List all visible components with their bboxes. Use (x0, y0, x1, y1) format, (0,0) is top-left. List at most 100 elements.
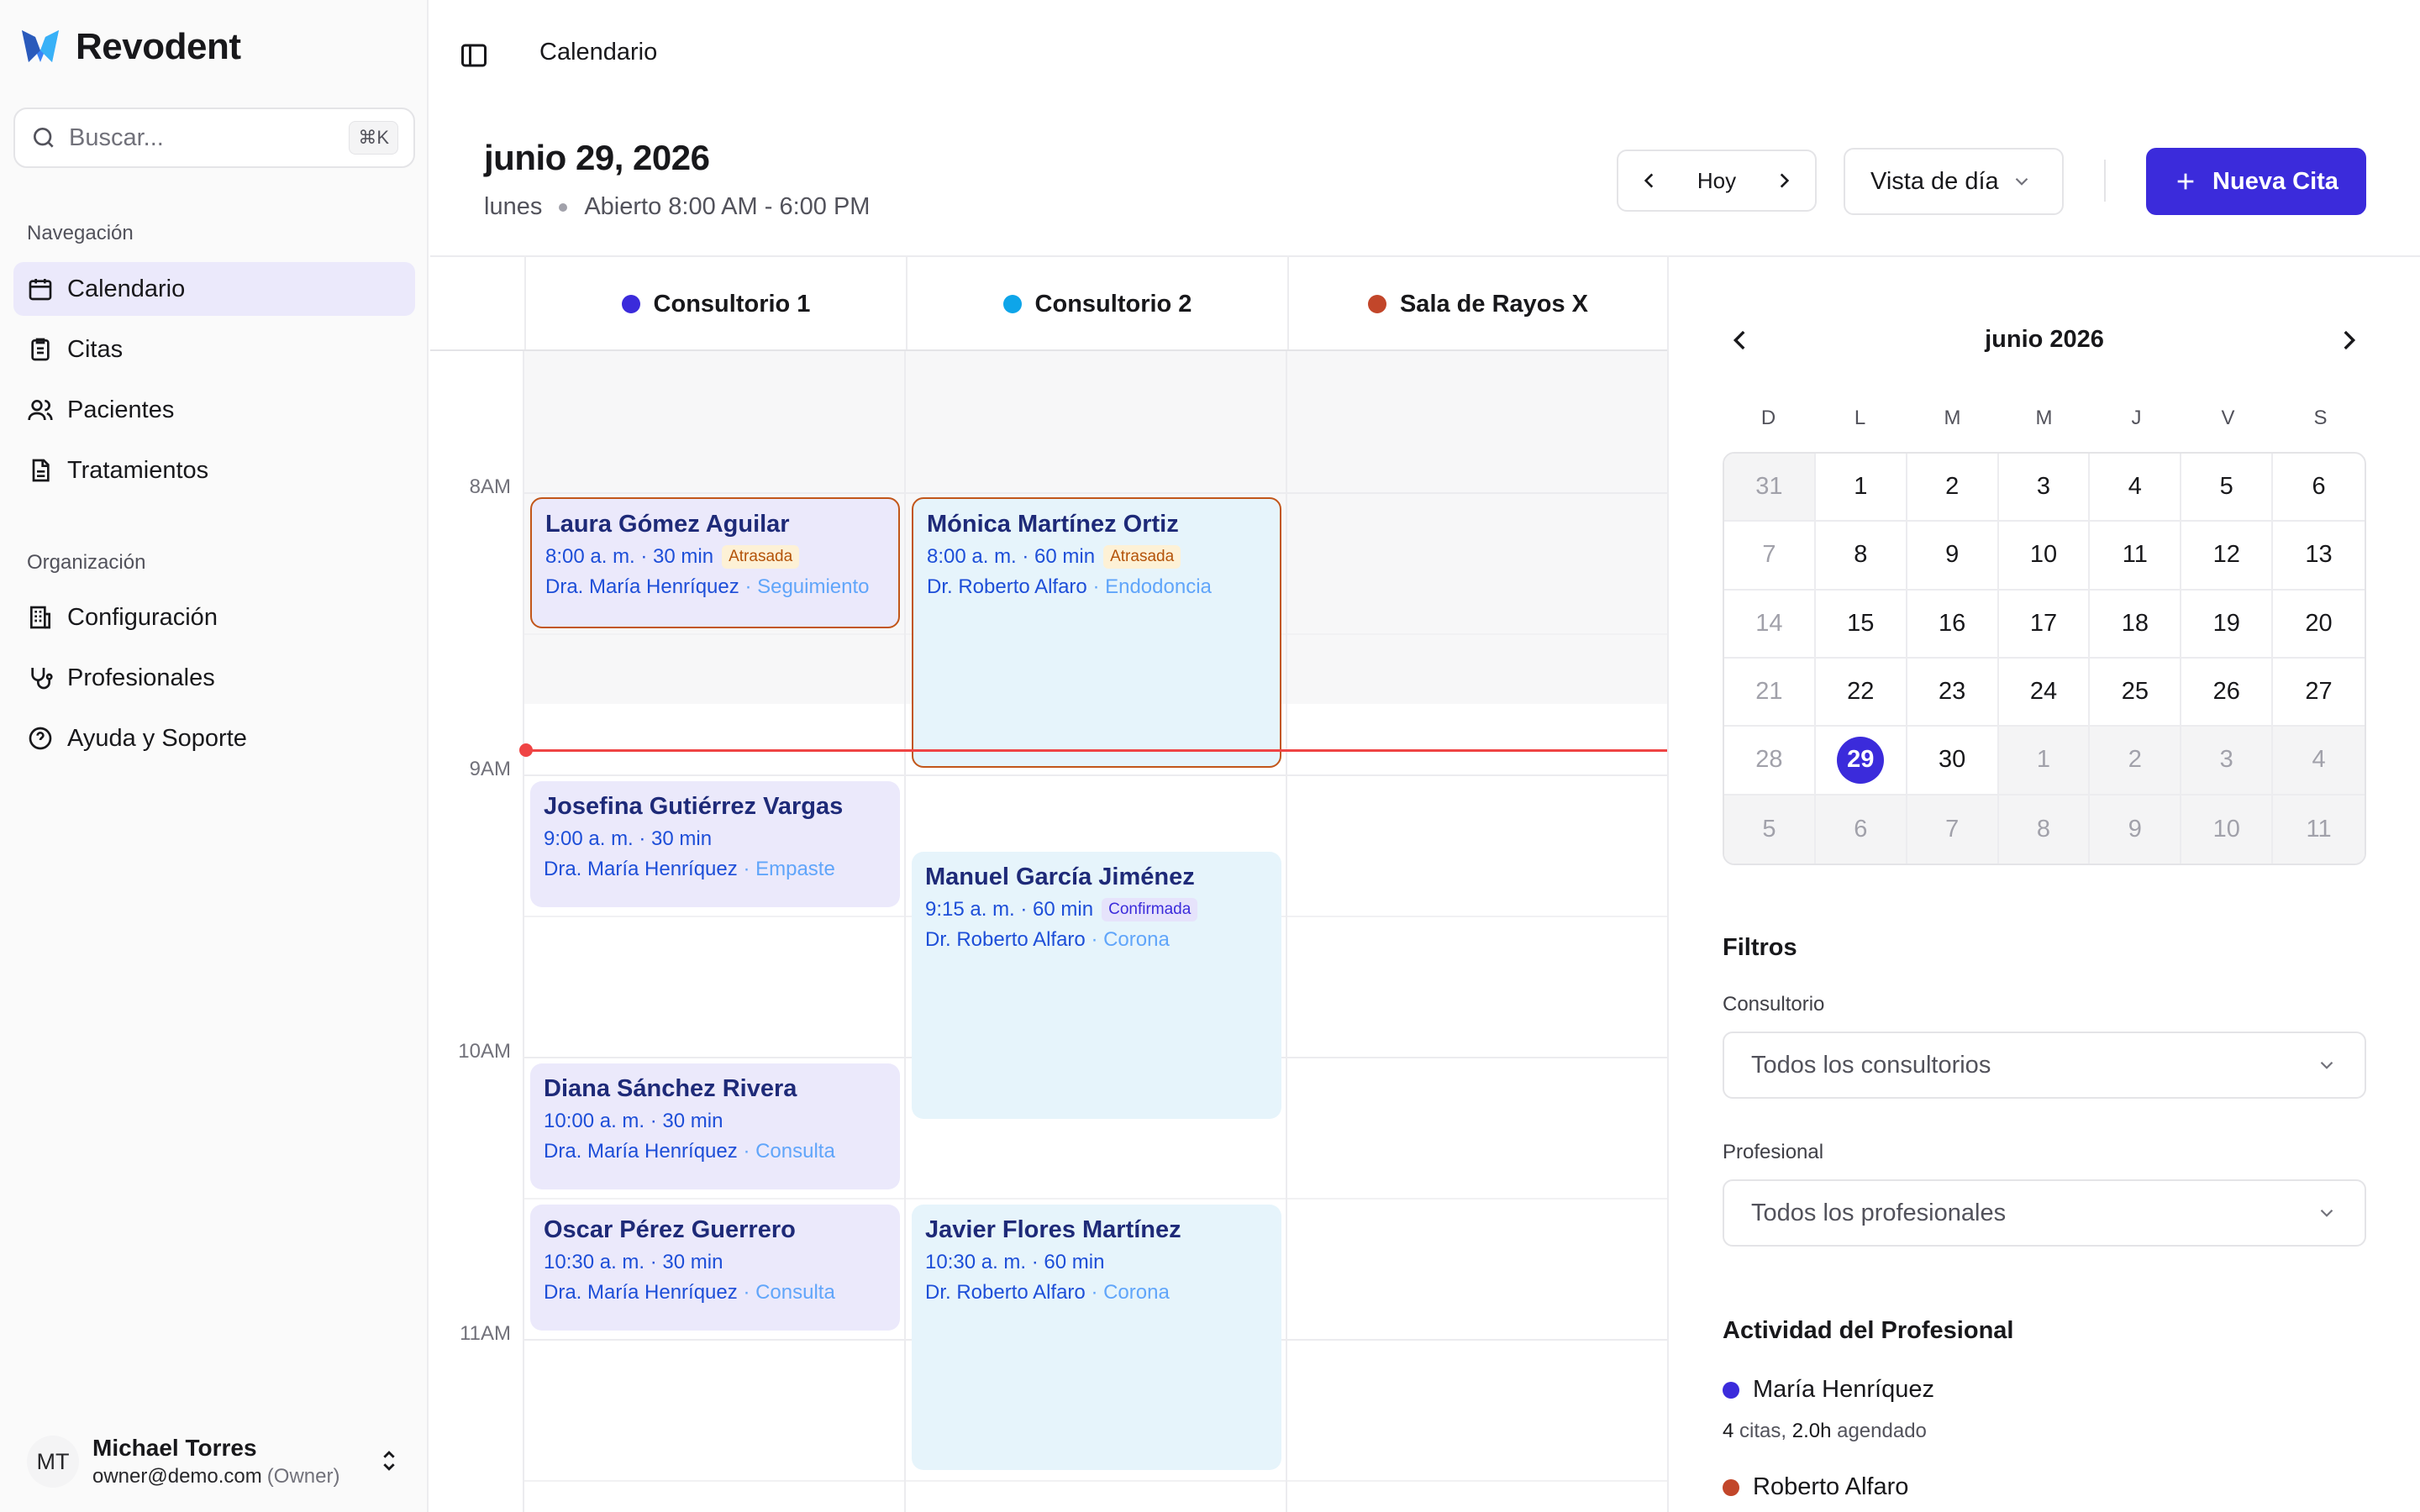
calendar-day[interactable]: 5 (2181, 454, 2274, 522)
appointment-detail: Dra. María Henríquez · Empaste (544, 858, 886, 881)
column-name: Sala de Rayos X (1399, 290, 1589, 318)
calendar-day[interactable]: 23 (1907, 659, 1999, 727)
calendar-day[interactable]: 26 (2181, 659, 2274, 727)
stethoscope-icon (31, 668, 53, 690)
calendar-day[interactable]: 12 (2181, 522, 2274, 591)
user-name: Michael Torres (92, 1435, 257, 1461)
calendar-day[interactable]: 4 (2273, 727, 2365, 795)
sidebar-item-pacientes[interactable]: Pacientes (13, 383, 415, 437)
calendar-day[interactable]: 15 (1815, 590, 1907, 659)
professional-filter-select[interactable]: Todos los profesionales (1723, 1179, 2366, 1247)
calendar-day[interactable]: 16 (1907, 590, 1999, 659)
calendar-day-number: 3 (2219, 746, 2233, 774)
calendar-day-number: 11 (2306, 815, 2332, 843)
calendar-day[interactable]: 10 (2181, 795, 2274, 864)
search-input[interactable]: Buscar... ⌘K (13, 108, 415, 168)
brand[interactable]: Revodent (18, 25, 241, 69)
calendar-day[interactable]: 19 (2181, 590, 2274, 659)
appointment-time: 10:00 a. m. · 30 min (544, 1110, 723, 1132)
view-select[interactable]: Vista de día (1844, 148, 2064, 215)
calendar-day[interactable]: 20 (2273, 591, 2365, 659)
calendar-day[interactable]: 5 (1724, 795, 1816, 864)
calendar-day[interactable]: 28 (1724, 727, 1816, 795)
calendar-day[interactable]: 27 (2273, 659, 2365, 727)
appointment-card[interactable]: Laura Gómez Aguilar 8:00 a. m. · 30 min A… (530, 497, 900, 628)
search-shortcut: ⌘K (349, 121, 398, 155)
sidebar-item-ayuda[interactable]: Ayuda y Soporte (13, 711, 415, 765)
calendar-day[interactable]: 18 (2090, 590, 2182, 659)
calendar-day[interactable]: 2 (1907, 454, 1999, 522)
calendar-day-number: 8 (2036, 815, 2051, 843)
appointment-detail: Dra. María Henríquez · Consulta (544, 1140, 886, 1163)
clipboard-icon (31, 338, 50, 361)
calendar-day[interactable]: 3 (2181, 727, 2274, 795)
sidebar-item-profesionales[interactable]: Profesionales (13, 651, 415, 705)
calendar-day[interactable]: 17 (1998, 590, 2091, 659)
activity-professional[interactable]: María Henríquez (1723, 1376, 1934, 1404)
appointment-card[interactable]: Oscar Pérez Guerrero 10:30 a. m. · 30 mi… (530, 1205, 900, 1331)
weekday: lunes (484, 193, 543, 220)
appointment-card[interactable]: Josefina Gutiérrez Vargas 9:00 a. m. · 3… (530, 781, 900, 907)
calendar-day[interactable]: 6 (1815, 795, 1907, 864)
appointment-treatment: · Corona (1091, 1281, 1170, 1304)
calendar-day[interactable]: 30 (1907, 727, 1999, 795)
calendar-day[interactable]: 11 (2090, 522, 2182, 591)
day-grid[interactable]: 8AM 9AM 10AM 11AM Laura Gómez Aguilar 8:… (430, 351, 1667, 1512)
appointment-time: 9:00 a. m. · 30 min (544, 827, 713, 850)
calendar-day[interactable]: 8 (1815, 522, 1907, 591)
professional-name: María Henríquez (1753, 1376, 1934, 1403)
appointment-card[interactable]: Mónica Martínez Ortiz 8:00 a. m. · 60 mi… (912, 497, 1281, 768)
calendar-day-number: 25 (2121, 678, 2149, 706)
calendar-day-number: 9 (2128, 815, 2142, 843)
calendar-day[interactable]: 7 (1724, 522, 1816, 591)
office-filter-select[interactable]: Todos los consultorios (1723, 1032, 2366, 1099)
calendar-day-number: 19 (2212, 609, 2240, 637)
status-badge: Atrasada (722, 545, 800, 569)
appointment-card[interactable]: Javier Flores Martínez 10:30 a. m. · 60 … (912, 1205, 1281, 1470)
calendar-day[interactable]: 3 (1998, 454, 2091, 522)
calendar-day[interactable]: 6 (2273, 454, 2365, 522)
user-menu[interactable]: MT Michael Torres owner@demo.com (Owner) (13, 1428, 415, 1495)
calendar-day[interactable]: 7 (1907, 795, 1999, 864)
calendar-day[interactable]: 14 (1724, 590, 1816, 659)
office-filter-value: Todos los consultorios (1751, 1051, 1991, 1079)
activity-professional[interactable]: Roberto Alfaro (1723, 1473, 1908, 1501)
calendar-day[interactable]: 13 (2273, 522, 2365, 591)
calendar-day[interactable]: 22 (1815, 659, 1907, 727)
nav-group-label: Navegación (27, 222, 134, 244)
calendar-day[interactable]: 4 (2090, 454, 2182, 522)
calendar-day[interactable]: 21 (1724, 659, 1816, 727)
new-appointment-button[interactable]: Nueva Cita (2146, 148, 2366, 215)
calendar-day[interactable]: 1 (1815, 454, 1907, 522)
today-button[interactable]: Hoy (1697, 168, 1736, 194)
chevron-left-icon[interactable] (1639, 170, 1660, 192)
calendar-day[interactable]: 8 (1998, 795, 2091, 864)
calendar-day[interactable]: 2 (2090, 727, 2182, 795)
appointment-doctor: Dra. María Henríquez (544, 1281, 738, 1304)
sidebar-item-citas[interactable]: Citas (13, 323, 415, 376)
calendar-day[interactable]: 9 (1907, 522, 1999, 591)
sidebar-item-tratamientos[interactable]: Tratamientos (13, 444, 415, 497)
chevron-right-icon[interactable] (2334, 326, 2363, 354)
chevron-down-icon (2320, 1061, 2333, 1069)
calendar-day[interactable]: 31 (1724, 454, 1816, 522)
calendar-day[interactable]: 9 (2090, 795, 2182, 864)
sidebar-toggle-icon[interactable] (459, 40, 489, 71)
sidebar-item-configuracion[interactable]: Configuración (13, 591, 415, 644)
sidebar-item-calendario[interactable]: Calendario (13, 262, 415, 316)
calendar-day[interactable]: 29 (1815, 727, 1907, 795)
chevron-down-icon (2015, 177, 2028, 186)
chevron-right-icon[interactable] (1773, 170, 1795, 192)
calendar-day[interactable]: 10 (1998, 522, 2091, 591)
appointment-time: 10:30 a. m. · 30 min (544, 1251, 723, 1273)
calendar-day[interactable]: 11 (2273, 795, 2365, 864)
calendar-day[interactable]: 1 (1998, 727, 2091, 795)
mini-calendar: 31 1 2 3 4 5 6 7 8 9 10 11 12 13 14 15 16 17 18 19 20 21 22 23 2… (1723, 452, 2366, 865)
calendar-day[interactable]: 25 (2090, 659, 2182, 727)
calendar-day[interactable]: 24 (1998, 659, 2091, 727)
appointment-card[interactable]: Manuel García Jiménez 9:15 a. m. · 60 mi… (912, 852, 1281, 1119)
calendar-day-number: 7 (1762, 541, 1776, 569)
sidebar-item-label: Pacientes (67, 396, 175, 423)
appointment-card[interactable]: Diana Sánchez Rivera 10:00 a. m. · 30 mi… (530, 1063, 900, 1189)
org-group-label: Organización (27, 551, 146, 574)
